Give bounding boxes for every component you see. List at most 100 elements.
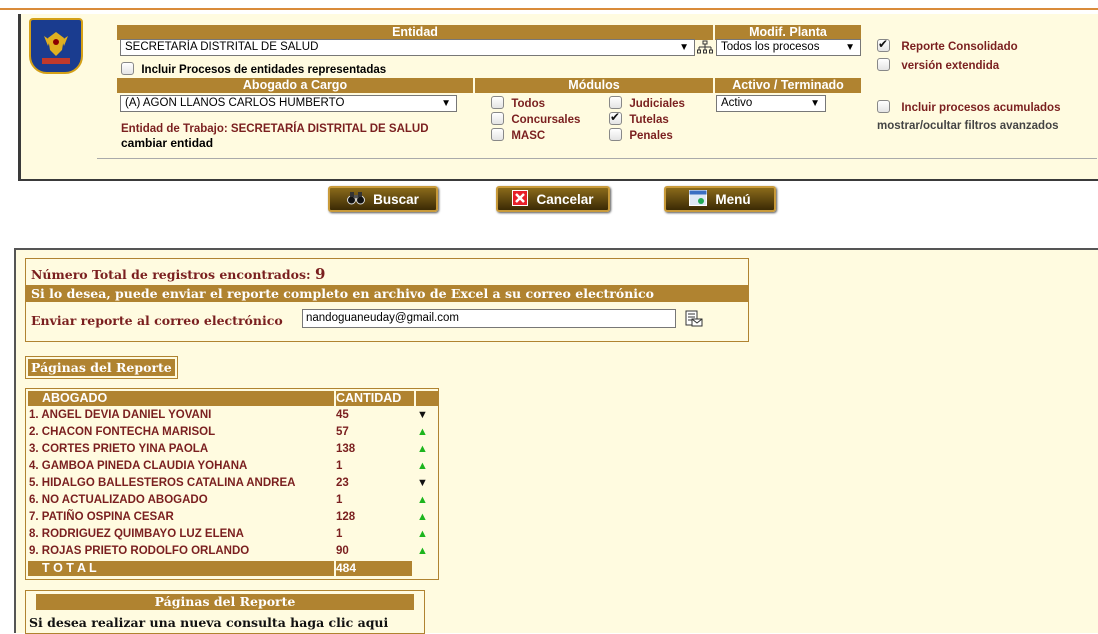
modulo-penales-label: Penales	[629, 130, 673, 142]
modulo-concursales-option[interactable]: Concursales	[491, 112, 580, 126]
incluir-representadas-checkbox[interactable]	[121, 62, 134, 75]
table-row: 1. ANGEL DEVIA DANIEL YOVANI 45 ▼	[26, 408, 436, 425]
row-abogado-name: 3. CORTES PRIETO YINA PAOLA	[29, 443, 209, 455]
header-divider	[414, 391, 416, 406]
row-cantidad: 90	[336, 545, 349, 557]
coat-of-arms-logo	[29, 18, 83, 74]
modulos-header: Módulos	[475, 78, 713, 93]
row-cantidad: 1	[336, 494, 343, 506]
binoculars-icon	[347, 191, 366, 208]
triangle-down-icon[interactable]: ▼	[417, 409, 428, 421]
send-mail-icon[interactable]	[684, 309, 704, 332]
buscar-button[interactable]: Buscar	[328, 186, 438, 212]
table-row: 2. CHACON FONTECHA MARISOL 57 ▲	[26, 425, 436, 442]
version-extendida-option[interactable]: versión extendida	[877, 58, 999, 72]
row-abogado-name: 5. HIDALGO BALLESTEROS CATALINA ANDREA	[29, 477, 296, 489]
filter-panel: Entidad SECRETARÍA DISTRITAL DE SALUD ▼ …	[18, 14, 1098, 181]
modulo-penales-option[interactable]: Penales	[609, 128, 673, 142]
modulo-todos-checkbox[interactable]	[491, 96, 504, 109]
triangle-up-icon[interactable]: ▲	[417, 460, 428, 472]
row-cantidad: 45	[336, 409, 349, 421]
abogado-select[interactable]: (A) AGON LLANOS CARLOS HUMBERTO ▼	[120, 95, 457, 112]
activo-header: Activo / Terminado	[715, 78, 861, 93]
entidad-select[interactable]: SECRETARÍA DISTRITAL DE SALUD ▼	[120, 39, 695, 56]
modulo-masc-checkbox[interactable]	[491, 128, 504, 141]
cambiar-entidad-link[interactable]: cambiar entidad	[121, 136, 213, 150]
chevron-down-icon: ▼	[679, 42, 689, 53]
incluir-acumulados-label: Incluir procesos acumulados	[901, 102, 1061, 114]
modulo-todos-option[interactable]: Todos	[491, 96, 545, 110]
menu-button[interactable]: Menú	[664, 186, 776, 212]
footer-box: Páginas del Reporte Si desea realizar un…	[25, 590, 425, 634]
org-chart-icon[interactable]	[697, 40, 713, 56]
window-icon	[689, 189, 708, 209]
menu-label: Menú	[715, 191, 751, 207]
incluir-acumulados-checkbox[interactable]	[877, 100, 890, 113]
modulo-judiciales-option[interactable]: Judiciales	[609, 96, 685, 110]
table-row: 7. PATIÑO OSPINA CESAR 128 ▲	[26, 510, 436, 527]
modulo-judiciales-checkbox[interactable]	[609, 96, 622, 109]
modif-planta-select[interactable]: Todos los procesos ▼	[716, 39, 861, 56]
nueva-consulta-link[interactable]: Si desea realizar una nueva consulta hag…	[29, 615, 388, 630]
summary-box: Número Total de registros encontrados: 9…	[25, 258, 749, 342]
triangle-up-icon[interactable]: ▲	[417, 511, 428, 523]
email-input[interactable]: nandoguaneuday@gmail.com	[302, 309, 676, 328]
modulo-judiciales-label: Judiciales	[629, 98, 685, 110]
modulo-masc-option[interactable]: MASC	[491, 128, 545, 142]
incluir-acumulados-option[interactable]: Incluir procesos acumulados	[877, 100, 1060, 114]
reporte-consolidado-checkbox[interactable]	[877, 37, 890, 52]
entidad-trabajo-text: Entidad de Trabajo: SECRETARÍA DISTRITAL…	[121, 123, 429, 135]
paginas-footer-bar[interactable]: Páginas del Reporte	[36, 594, 414, 610]
row-cantidad: 128	[336, 511, 356, 523]
cancel-x-icon	[512, 189, 529, 209]
modulo-concursales-label: Concursales	[511, 114, 581, 126]
activo-select-value: Activo	[721, 97, 753, 109]
modulo-todos-label: Todos	[511, 98, 545, 110]
reporte-consolidado-label: Reporte Consolidado	[901, 41, 1018, 53]
total-registros-text: Número Total de registros encontrados: 9	[31, 265, 325, 283]
abogado-header: Abogado a Cargo	[117, 78, 473, 93]
table-row: 5. HIDALGO BALLESTEROS CATALINA ANDREA 23…	[26, 476, 436, 493]
version-extendida-label: versión extendida	[901, 60, 1000, 72]
total-label: T O T A L	[42, 561, 97, 575]
cancelar-label: Cancelar	[536, 191, 594, 207]
table-row: 9. ROJAS PRIETO RODOLFO ORLANDO 90 ▲	[26, 544, 436, 561]
modulo-tutelas-option[interactable]: Tutelas	[609, 110, 669, 126]
row-cantidad: 1	[336, 460, 343, 472]
reporte-consolidado-option[interactable]: Reporte Consolidado	[877, 37, 1018, 53]
excel-message-bar: Si lo desea, puede enviar el reporte com…	[26, 285, 748, 302]
table-row: 6. NO ACTUALIZADO ABOGADO 1 ▲	[26, 493, 436, 510]
triangle-up-icon[interactable]: ▲	[417, 426, 428, 438]
table-row: 8. RODRIGUEZ QUIMBAYO LUZ ELENA 1 ▲	[26, 527, 436, 544]
triangle-up-icon[interactable]: ▲	[417, 545, 428, 557]
total-registros-label: Número Total de registros encontrados:	[31, 267, 311, 282]
incluir-representadas-option[interactable]: Incluir Procesos de entidades representa…	[121, 62, 386, 76]
modulo-tutelas-checkbox[interactable]	[609, 110, 622, 125]
modulo-penales-checkbox[interactable]	[609, 128, 622, 141]
version-extendida-checkbox[interactable]	[877, 58, 890, 71]
col-cantidad-header: CANTIDAD	[336, 391, 402, 405]
top-rule	[0, 8, 1098, 10]
paginas-reporte-box[interactable]: Páginas del Reporte	[25, 356, 178, 379]
row-cantidad: 57	[336, 426, 349, 438]
table-total-row: T O T A L 484	[28, 561, 412, 576]
table-header-row: ABOGADO CANTIDAD	[28, 391, 438, 406]
row-cantidad: 138	[336, 443, 356, 455]
triangle-up-icon[interactable]: ▲	[417, 494, 428, 506]
report-table: ABOGADO CANTIDAD 1. ANGEL DEVIA DANIEL Y…	[25, 388, 439, 580]
activo-select[interactable]: Activo ▼	[716, 95, 826, 112]
triangle-up-icon[interactable]: ▲	[417, 443, 428, 455]
triangle-down-icon[interactable]: ▼	[417, 477, 428, 489]
cancelar-button[interactable]: Cancelar	[496, 186, 610, 212]
col-abogado-header: ABOGADO	[42, 391, 108, 405]
header-divider	[334, 391, 336, 406]
row-abogado-name: 2. CHACON FONTECHA MARISOL	[29, 426, 216, 438]
triangle-up-icon[interactable]: ▲	[417, 528, 428, 540]
modulo-concursales-checkbox[interactable]	[491, 112, 504, 125]
row-cantidad: 23	[336, 477, 349, 489]
row-abogado-name: 8. RODRIGUEZ QUIMBAYO LUZ ELENA	[29, 528, 244, 540]
entidad-select-value: SECRETARÍA DISTRITAL DE SALUD	[125, 41, 319, 53]
modulo-masc-label: MASC	[511, 130, 546, 142]
mostrar-filtros-link[interactable]: mostrar/ocultar filtros avanzados	[877, 120, 1059, 132]
modif-planta-value: Todos los procesos	[721, 41, 820, 53]
